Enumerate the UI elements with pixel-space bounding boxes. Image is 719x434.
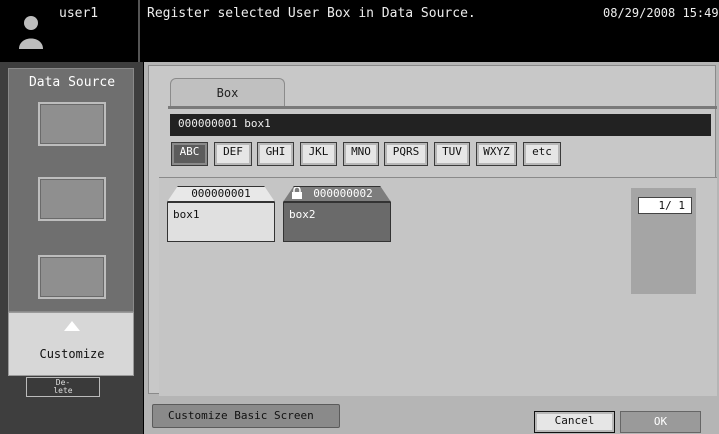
- date-time: 08/29/2008 15:49: [603, 6, 719, 20]
- customize-basic-screen-button[interactable]: Customize Basic Screen: [152, 404, 340, 428]
- data-source-panel: Data Source: [8, 68, 134, 312]
- index-button-abc[interactable]: ABC: [171, 142, 208, 166]
- index-button-def[interactable]: DEF: [214, 142, 252, 166]
- index-button-tuv[interactable]: TUV: [434, 142, 470, 166]
- ok-button[interactable]: OK: [620, 411, 701, 433]
- box-card-1[interactable]: 000000001 box1: [167, 186, 275, 242]
- index-button-etc[interactable]: etc: [523, 142, 561, 166]
- data-source-slot-2[interactable]: [38, 177, 106, 221]
- box-body: box2: [283, 202, 391, 242]
- delete-button[interactable]: De- lete: [26, 377, 100, 397]
- index-button-jkl[interactable]: JKL: [300, 142, 337, 166]
- pager-panel: 1/ 1: [631, 188, 696, 294]
- tab-box[interactable]: Box: [170, 78, 285, 108]
- data-source-slot-3[interactable]: [38, 255, 106, 299]
- customize-label: Customize: [39, 347, 105, 361]
- box-card-2[interactable]: 000000002 box2: [283, 186, 391, 242]
- box-body: box1: [167, 202, 275, 242]
- top-bar: user1 Register selected User Box in Data…: [0, 0, 719, 62]
- selected-box-bar: 000000001 box1: [170, 114, 711, 136]
- index-button-mno[interactable]: MNO: [343, 142, 379, 166]
- main-panel: Box 000000001 box1 ABC DEF GHI JKL MNO P…: [144, 62, 719, 434]
- user-name: user1: [59, 6, 99, 21]
- data-source-title: Data Source: [28, 75, 116, 90]
- delete-label-line2: lete: [53, 386, 73, 395]
- selected-box-text: 000000001 box1: [178, 117, 271, 130]
- index-button-pqrs[interactable]: PQRS: [384, 142, 428, 166]
- box-name: box1: [173, 208, 200, 221]
- box-number: 000000002: [313, 187, 373, 200]
- user-area: user1: [0, 0, 140, 62]
- instruction-message: Register selected User Box in Data Sourc…: [147, 6, 476, 21]
- cancel-button[interactable]: Cancel: [534, 411, 615, 433]
- data-source-slot-1[interactable]: [38, 102, 106, 146]
- main-frame: Box 000000001 box1 ABC DEF GHI JKL MNO P…: [148, 65, 717, 396]
- customize-button[interactable]: Customize: [8, 312, 134, 376]
- up-arrow-icon: [64, 321, 80, 331]
- tab-divider: [168, 106, 717, 109]
- page-indicator: 1/ 1: [638, 197, 692, 214]
- user-icon: [19, 16, 43, 49]
- left-panel: Data Source Customize De- lete: [0, 62, 143, 434]
- box-name: box2: [289, 208, 316, 221]
- index-button-wxyz[interactable]: WXYZ: [476, 142, 517, 166]
- index-button-ghi[interactable]: GHI: [257, 142, 294, 166]
- box-number: 000000001: [191, 187, 251, 200]
- tab-box-label: Box: [216, 86, 239, 100]
